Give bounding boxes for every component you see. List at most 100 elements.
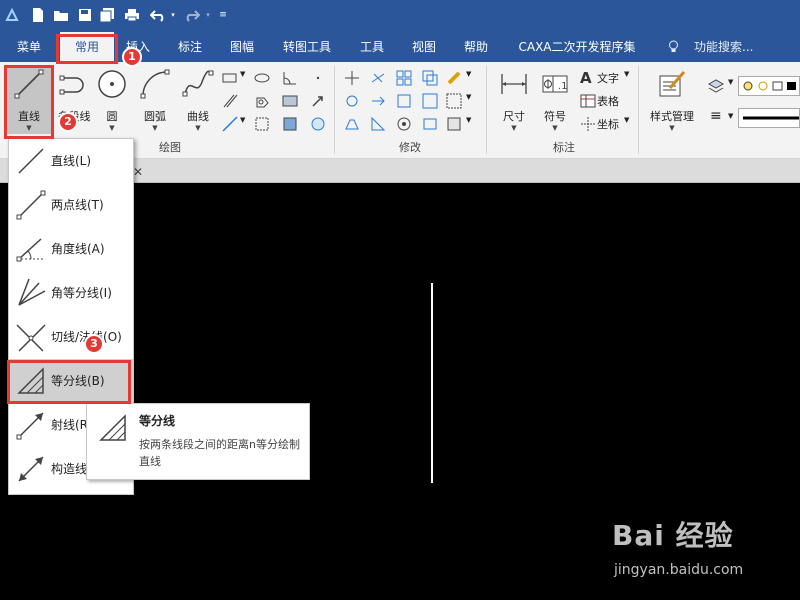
app-logo-icon[interactable] xyxy=(4,7,20,23)
rectangle-icon[interactable] xyxy=(222,70,238,86)
fill-icon[interactable] xyxy=(282,116,298,132)
symbol-button[interactable]: .1 符号 ▼ xyxy=(536,66,574,134)
ribbon-separator xyxy=(334,66,335,154)
mirror-icon[interactable] xyxy=(396,93,412,109)
undo-dropdown-icon[interactable]: ▾ xyxy=(169,7,177,23)
tab-frame[interactable]: 图幅 xyxy=(222,32,262,62)
customize-toolbar-icon[interactable]: ≡ xyxy=(218,7,228,23)
layer-dropdown-icon[interactable]: ▼ xyxy=(728,78,733,86)
divide-line-icon xyxy=(99,414,126,441)
tab-view[interactable]: 视图 xyxy=(404,32,444,62)
menu-tab-bar: 菜单 常用 插入 标注 图幅 转图工具 工具 视图 帮助 CAXA二次开发程序集… xyxy=(0,32,800,62)
new-file-icon[interactable] xyxy=(30,7,46,23)
text-dropdown-icon[interactable]: ▼ xyxy=(624,70,629,78)
draw-group-label: 绘图 xyxy=(159,141,181,154)
arc-icon xyxy=(140,69,170,99)
arrow-draw-icon[interactable] xyxy=(310,93,326,109)
menu-item-angle-bisector[interactable]: 角等分线(I) xyxy=(9,271,133,315)
style-manager-button[interactable]: 样式管理 ▼ xyxy=(644,66,700,134)
polygon-icon[interactable] xyxy=(254,93,270,109)
menu-item-two-point-line[interactable]: 两点线(T) xyxy=(9,183,133,227)
eraser-icon[interactable] xyxy=(446,70,462,86)
symbol-icon: .1 xyxy=(542,75,568,93)
select-icon[interactable] xyxy=(446,93,462,109)
tab-convert-tools[interactable]: 转图工具 xyxy=(276,32,338,62)
layer-select[interactable] xyxy=(738,76,800,96)
table-button[interactable]: 表格 xyxy=(597,93,619,109)
block-icon[interactable] xyxy=(254,116,270,132)
stretch-icon[interactable] xyxy=(344,116,360,132)
construction-line-icon xyxy=(18,456,44,482)
point-icon[interactable] xyxy=(310,70,326,86)
ribbon-separator xyxy=(638,66,639,154)
rectangle-dropdown-icon[interactable]: ▼ xyxy=(240,70,245,78)
scale-icon[interactable] xyxy=(422,93,438,109)
break-icon[interactable] xyxy=(422,116,438,132)
tooltip-title: 等分线 xyxy=(139,414,176,428)
text-button[interactable]: 文字 xyxy=(597,70,619,86)
copy-icon[interactable] xyxy=(422,70,438,86)
cloud-icon[interactable] xyxy=(310,116,326,132)
rotate-icon[interactable] xyxy=(344,93,360,109)
tab-tools[interactable]: 工具 xyxy=(352,32,392,62)
watermark-url: jingyan.baidu.com xyxy=(614,562,744,578)
print-icon[interactable] xyxy=(124,7,140,23)
select-dropdown-icon[interactable]: ▼ xyxy=(466,93,471,101)
layer-icon[interactable] xyxy=(707,78,725,94)
open-folder-icon[interactable] xyxy=(53,7,69,23)
circle-button[interactable]: 圆 ▼ xyxy=(94,66,130,134)
move-icon[interactable] xyxy=(344,70,360,86)
chamfer-icon[interactable] xyxy=(370,116,386,132)
highlight-line-button xyxy=(4,65,54,139)
feature-search[interactable]: 功能搜索... xyxy=(694,32,794,62)
tab-annotate[interactable]: 标注 xyxy=(170,32,210,62)
drawn-vertical-line[interactable] xyxy=(431,283,433,483)
array-icon[interactable] xyxy=(396,70,412,86)
style-manager-label: 样式管理 xyxy=(650,110,694,123)
step-badge-3: 3 xyxy=(84,334,104,354)
annotate-group-label: 标注 xyxy=(553,141,575,154)
angle-bisector-icon xyxy=(18,278,46,306)
save-icon[interactable] xyxy=(77,7,93,23)
lineweight-select[interactable] xyxy=(738,108,800,128)
properties-icon[interactable] xyxy=(446,116,462,132)
construction-dropdown-icon[interactable]: ▼ xyxy=(240,116,245,124)
symbol-label: 符号 xyxy=(544,110,566,123)
baidu-jingyan-watermark: Bai 经验 jingyan.baidu.com xyxy=(612,514,762,584)
tab-menu[interactable]: 菜单 xyxy=(6,32,52,62)
tab-help[interactable]: 帮助 xyxy=(456,32,496,62)
dimension-button[interactable]: 尺寸 ▼ xyxy=(494,66,534,134)
extend-icon[interactable] xyxy=(370,93,386,109)
coordinate-button[interactable]: 坐标 xyxy=(597,116,619,132)
lightbulb-icon xyxy=(668,32,682,62)
redo-dropdown-icon[interactable]: ▾ xyxy=(204,7,212,23)
menu-item-tangent-normal[interactable]: 切线/法线(O) xyxy=(9,315,133,359)
hatch-icon[interactable] xyxy=(282,93,298,109)
lineweight-dropdown-icon[interactable]: ▼ xyxy=(728,112,733,120)
style-manager-dropdown-caret: ▼ xyxy=(669,124,675,132)
arc-button[interactable]: 圆弧 ▼ xyxy=(134,66,176,134)
offset-icon[interactable] xyxy=(396,116,412,132)
angle-icon[interactable] xyxy=(282,70,298,86)
undo-icon[interactable] xyxy=(149,7,167,23)
arc-label: 圆弧 xyxy=(144,110,166,123)
coordinate-icon xyxy=(580,116,596,132)
curve-button[interactable]: 曲线 ▼ xyxy=(178,66,218,134)
step-badge-1: 1 xyxy=(122,47,142,67)
tab-caxa-dev[interactable]: CAXA二次开发程序集 xyxy=(512,32,642,62)
watermark-logo: Bai 经验 xyxy=(612,519,734,552)
properties-dropdown-icon[interactable]: ▼ xyxy=(466,116,471,124)
redo-icon[interactable] xyxy=(183,7,201,23)
table-icon xyxy=(580,93,596,109)
save-all-icon[interactable] xyxy=(99,7,115,23)
coordinate-dropdown-icon[interactable]: ▼ xyxy=(624,116,629,124)
menu-item-line[interactable]: 直线(L) xyxy=(9,139,133,183)
title-bar: ▾ ▾ ≡ xyxy=(0,0,800,32)
curve-dropdown-caret: ▼ xyxy=(195,124,201,132)
parallel-line-icon[interactable] xyxy=(222,93,238,109)
eraser-dropdown-icon[interactable]: ▼ xyxy=(466,70,471,78)
ellipse-icon[interactable] xyxy=(254,70,270,86)
trim-icon[interactable] xyxy=(370,70,386,86)
construction-line-icon[interactable] xyxy=(222,116,238,132)
menu-item-angle-line[interactable]: 角度线(A) xyxy=(9,227,133,271)
